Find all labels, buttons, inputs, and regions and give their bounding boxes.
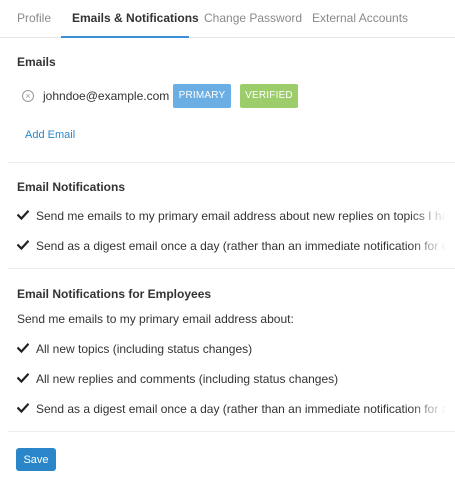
- add-email-link[interactable]: Add Email: [25, 129, 75, 141]
- verified-badge: VERIFIED: [240, 84, 298, 108]
- employee-option[interactable]: All new topics (including status changes…: [17, 341, 455, 357]
- employee-option[interactable]: Send as a digest email once a day (rathe…: [17, 401, 455, 417]
- employee-option-label: All new topics (including status changes…: [36, 342, 253, 356]
- tab-external-accounts[interactable]: External Accounts: [312, 11, 408, 25]
- tab-profile[interactable]: Profile: [17, 11, 51, 25]
- tab-emails-notifications[interactable]: Emails & Notifications: [72, 11, 199, 25]
- section-divider: [8, 268, 455, 269]
- notification-option-label: Send as a digest email once a day (rathe…: [36, 239, 449, 253]
- checkmark-icon[interactable]: [17, 342, 29, 354]
- employee-option-label: Send as a digest email once a day (rathe…: [36, 402, 449, 416]
- checkmark-icon[interactable]: [17, 239, 29, 251]
- email-address: johndoe@example.com: [43, 89, 170, 103]
- tab-change-password[interactable]: Change Password: [204, 11, 302, 25]
- email-row: × johndoe@example.com PRIMARY VERIFIED: [22, 84, 452, 108]
- notification-option-label: Send me emails to my primary email addre…: [36, 209, 455, 223]
- save-button[interactable]: Save: [16, 448, 56, 471]
- employee-option[interactable]: All new replies and comments (including …: [17, 371, 455, 387]
- checkmark-icon[interactable]: [17, 372, 29, 384]
- active-tab-indicator: [61, 36, 189, 38]
- text-fade: [410, 238, 455, 254]
- employee-notifications-heading: Email Notifications for Employees: [17, 287, 212, 301]
- section-divider: [8, 162, 455, 163]
- settings-tabs: Profile Emails & Notifications Change Pa…: [0, 0, 455, 38]
- employee-option-label: All new replies and comments (including …: [36, 372, 339, 386]
- emails-heading: Emails: [17, 55, 56, 69]
- text-fade: [410, 401, 455, 417]
- primary-badge: PRIMARY: [173, 84, 231, 108]
- employee-notifications-intro: Send me emails to my primary email addre…: [17, 312, 294, 326]
- section-divider: [8, 431, 455, 432]
- notification-option[interactable]: Send me emails to my primary email addre…: [17, 208, 455, 224]
- notification-option[interactable]: Send as a digest email once a day (rathe…: [17, 238, 455, 254]
- email-notifications-heading: Email Notifications: [17, 180, 126, 194]
- checkmark-icon[interactable]: [17, 402, 29, 414]
- text-fade: [410, 208, 455, 224]
- checkmark-icon[interactable]: [17, 209, 29, 221]
- remove-email-icon[interactable]: ×: [22, 90, 34, 102]
